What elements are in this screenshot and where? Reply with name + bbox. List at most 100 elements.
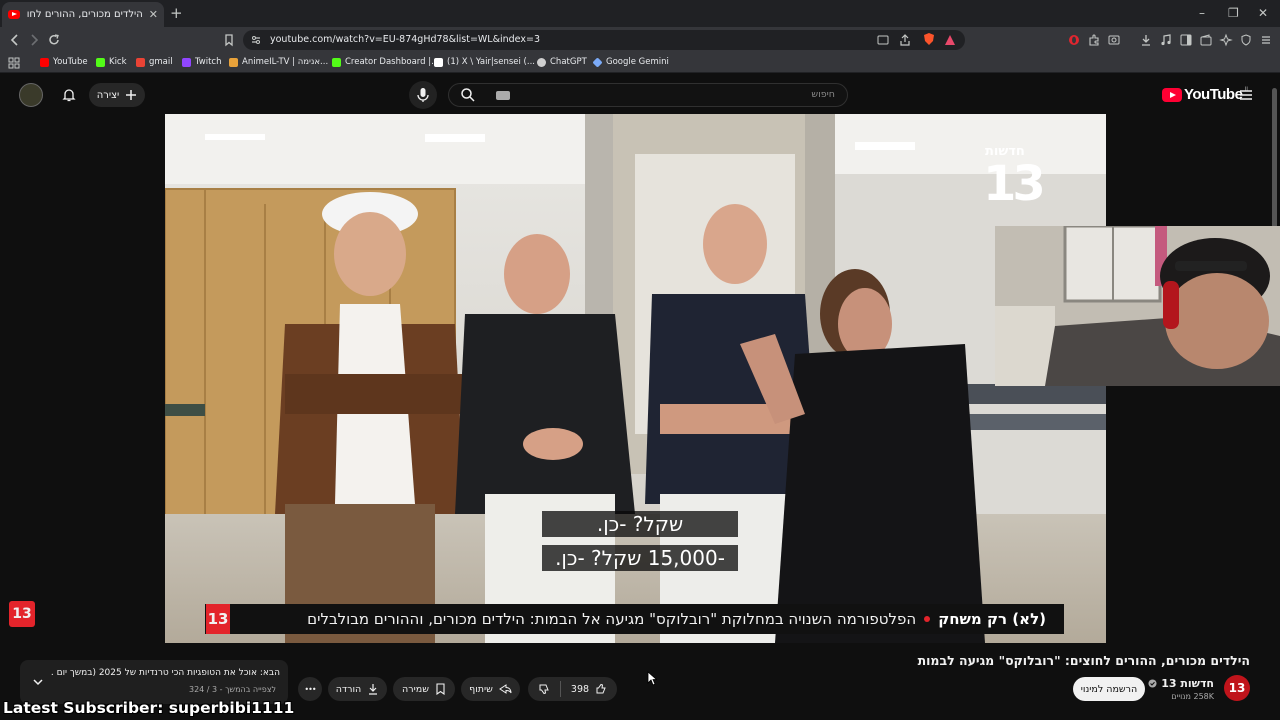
share-label: שיתוף <box>469 683 493 695</box>
playlist-position: לצפייה בהמשך - 3 / 324 <box>188 685 276 694</box>
close-window-button[interactable]: ✕ <box>1258 6 1268 20</box>
webcam-frame <box>995 226 1280 386</box>
news-ticker: (לא) רק משחק הפלטפורמה השנויה במחלוקת "ר… <box>205 604 1064 634</box>
ticker-separator <box>924 616 931 622</box>
notifications-bell-icon[interactable] <box>61 87 77 103</box>
account-avatar[interactable] <box>19 83 43 107</box>
verified-check-icon <box>1148 679 1157 688</box>
downloads-icon[interactable] <box>1139 33 1153 47</box>
menu-icon[interactable] <box>1259 33 1273 47</box>
chevron-down-icon[interactable] <box>31 675 45 689</box>
kick-icon <box>332 57 341 67</box>
download-label: הורדה <box>335 683 362 695</box>
youtube-play-logo-icon <box>1162 87 1182 102</box>
download-icon <box>369 684 378 695</box>
vpn-shield-icon[interactable] <box>1239 33 1253 47</box>
screenshot-icon[interactable] <box>1107 33 1121 47</box>
kick-icon <box>96 57 105 67</box>
bookmark-gmail[interactable]: gmail <box>136 57 173 67</box>
ticker-headline: (לא) רק משחק <box>938 610 1046 628</box>
plus-icon <box>126 90 137 100</box>
back-arrow-icon[interactable] <box>8 33 22 47</box>
channel-avatar-text: 13 <box>1228 681 1246 695</box>
streamer-webcam <box>995 226 1280 386</box>
bookmark-youtube[interactable]: YouTube <box>40 57 88 67</box>
opera-icon[interactable] <box>1067 33 1081 47</box>
playlist-next-title: הבא: אוכל את הטופגיות הכי טרנדיות של 202… <box>50 668 280 678</box>
site-settings-icon[interactable] <box>249 33 263 47</box>
subscribe-button[interactable]: הרשמה למינוי <box>1073 677 1145 701</box>
browser-tab[interactable]: הילדים מכורים, ההורים לחוצים: "רובלוקס" … <box>2 2 164 27</box>
tab-close-icon[interactable]: ✕ <box>149 8 158 21</box>
url-text[interactable]: youtube.com/watch?v=EU-874gHd78&list=WL&… <box>270 34 540 45</box>
gemini-icon <box>592 56 603 68</box>
new-tab-button[interactable]: + <box>170 4 183 22</box>
minimize-button[interactable]: – <box>1199 6 1205 20</box>
youtube-wordmark: YouTube <box>1184 86 1243 103</box>
bookmark-chatgpt[interactable]: ChatGPT <box>537 57 587 67</box>
bookmark-animeil[interactable]: AnimeIL-TV | אנימה... <box>229 57 328 67</box>
bookmark-icon[interactable] <box>222 33 236 47</box>
browser-tab-bar <box>0 0 1280 27</box>
like-count[interactable]: 398 <box>571 684 589 695</box>
bookmark-gemini[interactable]: Google Gemini <box>592 56 669 68</box>
chatgpt-icon <box>537 57 546 67</box>
channel-watermark[interactable]: 13 <box>9 601 35 627</box>
channel-logo-number: 13 <box>983 156 1042 212</box>
create-label: יצירה <box>96 89 120 101</box>
save-label: שמירה <box>402 683 429 695</box>
bookmark-creator-dashboard[interactable]: Creator Dashboard |... <box>332 57 439 67</box>
share-button[interactable]: שיתוף <box>461 677 520 701</box>
brave-rewards-icon[interactable] <box>943 33 957 47</box>
video-title: הילדים מכורים, ההורים לחוצים: "רובלוקס" … <box>917 653 1250 668</box>
voice-search-button[interactable] <box>409 81 437 109</box>
tab-title: הילדים מכורים, ההורים לחוצים: "רובלוקס" … <box>26 9 143 20</box>
share-arrow-icon <box>498 684 512 694</box>
leo-ai-icon[interactable] <box>1219 33 1233 47</box>
cast-icon[interactable] <box>876 33 890 47</box>
apps-grid-icon[interactable] <box>7 56 21 70</box>
bookmark-kick[interactable]: Kick <box>96 57 127 67</box>
page-scrollbar[interactable] <box>1272 88 1277 228</box>
search-icon[interactable] <box>460 87 476 103</box>
ticker-text: הפלטפורמה השנויה במחלוקת "רובלוקס" מגיעה… <box>307 610 917 628</box>
like-dislike-group: 398 <box>528 677 617 701</box>
wallet-icon[interactable] <box>1199 33 1213 47</box>
subtitle-line-1: שקל? -כן. <box>542 511 738 537</box>
sidebar-icon[interactable] <box>1179 33 1193 47</box>
playlist-panel[interactable] <box>20 660 288 704</box>
channel-name-text: חדשות 13 <box>1161 677 1214 690</box>
dislike-icon[interactable] <box>538 683 550 695</box>
brave-shields-icon[interactable] <box>922 32 936 46</box>
more-actions-button[interactable]: ••• <box>298 677 322 701</box>
gmail-icon <box>136 57 145 67</box>
create-button[interactable]: יצירה <box>89 83 145 107</box>
save-button[interactable]: שמירה <box>393 677 455 701</box>
subscriber-count: 258K מנויים <box>1171 692 1214 701</box>
like-divider <box>559 681 561 697</box>
reload-icon[interactable] <box>47 33 61 47</box>
youtube-logo[interactable]: YouTube IL <box>1162 86 1250 103</box>
channel-name[interactable]: חדשות 13 <box>1148 677 1214 690</box>
keyboard-icon[interactable] <box>496 91 510 100</box>
share-page-icon[interactable] <box>898 33 912 47</box>
download-button[interactable]: הורדה <box>328 677 387 701</box>
microphone-icon <box>417 88 429 102</box>
like-icon[interactable] <box>595 683 607 695</box>
twitch-icon <box>182 57 191 67</box>
x-icon <box>434 57 443 67</box>
mouse-cursor-icon <box>647 671 657 686</box>
maximize-button[interactable]: ❐ <box>1228 6 1239 20</box>
ticker-logo: 13 <box>206 604 230 634</box>
search-placeholder: חיפוש <box>811 89 835 100</box>
latest-subscriber-overlay: Latest Subscriber: superbibi1111 <box>3 699 295 717</box>
bookmark-twitch[interactable]: Twitch <box>182 57 222 67</box>
youtube-favicon-icon <box>8 10 20 19</box>
channel-avatar[interactable]: 13 <box>1224 675 1250 701</box>
save-bookmark-icon <box>436 683 445 695</box>
bookmark-x[interactable]: (1) X \ Yair|sensei (... <box>434 57 535 67</box>
hamburger-menu-icon[interactable] <box>1238 87 1254 103</box>
forward-arrow-icon[interactable] <box>27 33 41 47</box>
extensions-icon[interactable] <box>1087 33 1101 47</box>
media-controls-icon[interactable] <box>1159 33 1173 47</box>
